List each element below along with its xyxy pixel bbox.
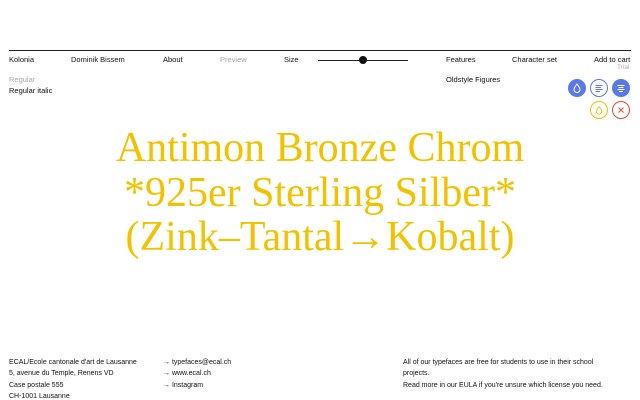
preview-tab[interactable]: Preview: [220, 55, 247, 65]
footer-license: All of our typefaces are free for studen…: [403, 357, 603, 391]
align-left-button[interactable]: [590, 79, 608, 97]
size-slider-thumb[interactable]: [359, 56, 367, 64]
designer-name[interactable]: Dominik Bissem: [71, 55, 125, 65]
oldstyle-figures-option[interactable]: Oldstyle Figures: [446, 74, 500, 85]
specimen-text[interactable]: Antimon Bronze Chrom *925er Sterling Sil…: [0, 126, 640, 260]
style-regular-italic[interactable]: Regular italic: [9, 85, 52, 96]
footer-address: ECAL/Ecole cantonale d'art de Lausanne 5…: [9, 357, 137, 400]
size-slider[interactable]: [318, 55, 408, 65]
header-rule: [9, 50, 631, 51]
align-center-button[interactable]: [612, 79, 630, 97]
address-line: 5, avenue du Temple, Renens VD: [9, 370, 114, 378]
address-line: CH-1001 Lausanne: [9, 392, 70, 400]
license-line: projects.: [403, 370, 430, 378]
footer-links: → typefaces@ecal.ch → www.ecal.ch → Inst…: [163, 357, 231, 391]
specimen-line[interactable]: (Zink–Tantal→Kobalt): [0, 215, 640, 260]
align-left-icon: [595, 85, 603, 92]
specimen-line[interactable]: Antimon Bronze Chrom: [0, 126, 640, 171]
features-tab[interactable]: Features: [446, 55, 476, 65]
close-button[interactable]: [612, 101, 630, 119]
license-line: All of our typefaces are free for studen…: [403, 359, 594, 366]
address-line: ECAL/Ecole cantonale d'art de Lausanne: [9, 359, 137, 366]
typeface-name[interactable]: Kolonia: [9, 55, 34, 65]
ink-drop-icon: [573, 83, 581, 93]
style-regular[interactable]: Regular: [9, 74, 52, 85]
trial-label[interactable]: Trial: [617, 64, 629, 71]
reset-icon: [595, 105, 603, 115]
style-list: Regular Regular italic: [9, 74, 52, 96]
close-icon: [618, 107, 624, 113]
about-link[interactable]: About: [163, 55, 183, 65]
website-link[interactable]: → www.ecal.ch: [163, 368, 231, 379]
email-link[interactable]: → typefaces@ecal.ch: [163, 357, 231, 368]
license-line[interactable]: Read more in our EULA if you're unsure w…: [403, 380, 603, 391]
size-label: Size: [284, 55, 299, 64]
ink-color-button[interactable]: [568, 79, 586, 97]
reset-button[interactable]: [590, 101, 608, 119]
address-line: Case postale 555: [9, 381, 64, 389]
align-center-icon: [617, 85, 625, 92]
instagram-link[interactable]: → Instagram: [163, 380, 231, 391]
character-set-tab[interactable]: Character set: [512, 55, 557, 65]
specimen-line[interactable]: *925er Sterling Silber*: [0, 170, 640, 216]
